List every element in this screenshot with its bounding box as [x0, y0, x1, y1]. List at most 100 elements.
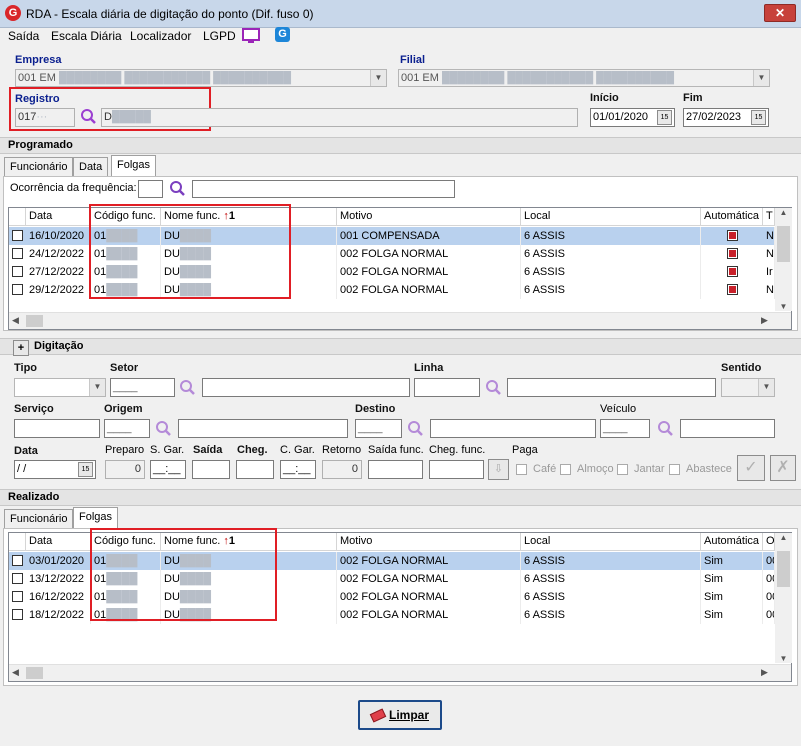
col-motivo[interactable]: Motivo — [337, 533, 521, 551]
automatica-checkbox[interactable] — [727, 284, 738, 295]
destino-desc-field[interactable] — [430, 419, 596, 438]
registro-code-field[interactable]: 017··· — [15, 108, 75, 127]
chevron-down-icon[interactable]: ▼ — [758, 379, 774, 396]
veiculo-code-field[interactable]: ____ — [600, 419, 650, 438]
grid-header-select — [9, 208, 26, 226]
chevron-down-icon[interactable]: ▼ — [753, 70, 769, 86]
search-icon[interactable] — [657, 420, 674, 437]
automatica-checkbox[interactable] — [727, 230, 738, 241]
saida-field[interactable] — [192, 460, 230, 479]
row-checkbox[interactable] — [12, 248, 23, 259]
row-checkbox[interactable] — [12, 284, 23, 295]
sentido-select[interactable]: ▼ — [721, 378, 775, 397]
eraser-icon — [369, 708, 387, 723]
col-automatica[interactable]: Automática — [701, 208, 763, 226]
tab-folgas[interactable]: Folgas — [111, 155, 157, 176]
confirm-icon[interactable]: ✓ — [737, 455, 765, 481]
row-checkbox[interactable] — [12, 266, 23, 277]
calendar-icon[interactable]: 15 — [78, 462, 93, 477]
tab-folgas[interactable]: Folgas — [73, 507, 119, 528]
col-motivo[interactable]: Motivo — [337, 208, 521, 226]
row-checkbox[interactable] — [12, 555, 23, 566]
horizontal-scrollbar[interactable]: ◀ ▶ — [9, 312, 791, 329]
origem-desc-field[interactable] — [178, 419, 348, 438]
menu-localizador[interactable]: Localizador — [130, 29, 191, 43]
setor-code-field[interactable]: ____ — [110, 378, 175, 397]
row-checkbox[interactable] — [12, 230, 23, 241]
linha-code-field[interactable] — [414, 378, 480, 397]
menu-escala-diaria[interactable]: Escala Diária — [51, 29, 122, 43]
tab-data[interactable]: Data — [73, 157, 109, 176]
cgar-field[interactable]: __:__ — [280, 460, 316, 479]
empresa-select[interactable]: 001 EM ████████ ███████████ ██████████ ▼ — [15, 69, 387, 87]
preparo-field[interactable]: 0 — [105, 460, 145, 479]
col-data[interactable]: Data — [26, 208, 91, 226]
g-app-icon[interactable]: G — [275, 27, 290, 42]
cheg-func-field[interactable] — [429, 460, 484, 479]
digitacao-section-title: Digitação — [0, 338, 801, 355]
tab-funcionario[interactable]: Funcionário — [4, 509, 74, 528]
cancel-icon[interactable]: ✗ — [770, 455, 796, 481]
cheg-field[interactable] — [236, 460, 274, 479]
abastece-checkbox[interactable] — [669, 464, 680, 475]
automatica-checkbox[interactable] — [727, 266, 738, 277]
filial-label: Filial — [400, 54, 426, 66]
col-data[interactable]: Data — [26, 533, 91, 551]
tab-funcionario[interactable]: Funcionário — [4, 157, 74, 176]
automatica-checkbox[interactable] — [727, 248, 738, 259]
row-checkbox[interactable] — [12, 609, 23, 620]
row-checkbox[interactable] — [12, 591, 23, 602]
chevron-down-icon[interactable]: ▼ — [89, 379, 105, 396]
horizontal-scrollbar[interactable]: ◀ ▶ — [9, 664, 791, 681]
filial-select[interactable]: 001 EM ████████ ███████████ ██████████ ▼ — [398, 69, 770, 87]
ocorrencia-code-field[interactable] — [138, 180, 163, 198]
servico-field[interactable] — [14, 419, 100, 438]
vertical-scrollbar[interactable]: ▲ ▼ — [775, 208, 792, 311]
cell-data: 24/12/2022 — [26, 245, 91, 263]
sgar-field[interactable]: __:__ — [150, 460, 186, 479]
origem-code-field[interactable]: ____ — [104, 419, 150, 438]
search-icon[interactable] — [80, 108, 97, 125]
retorno-field[interactable]: 0 — [322, 460, 362, 479]
search-icon[interactable] — [155, 420, 172, 437]
col-local[interactable]: Local — [521, 208, 701, 226]
arrow-down-icon[interactable]: ⇩ — [488, 459, 509, 480]
tipo-select[interactable]: ▼ — [14, 378, 106, 397]
saida-func-field[interactable] — [368, 460, 423, 479]
cell-o: 00 — [763, 552, 775, 570]
search-icon[interactable] — [407, 420, 424, 437]
setor-label: Setor — [110, 362, 139, 374]
search-icon[interactable] — [169, 180, 186, 197]
linha-label: Linha — [414, 362, 444, 374]
monitor-icon[interactable] — [242, 28, 260, 44]
close-button[interactable]: ✕ — [764, 4, 796, 22]
calendar-icon[interactable]: 15 — [751, 110, 766, 125]
ocorrencia-desc-field[interactable] — [192, 180, 455, 198]
cell-local: 6 ASSIS — [521, 245, 701, 263]
cell-data: 16/12/2022 — [26, 588, 91, 606]
calendar-icon[interactable]: 15 — [657, 110, 672, 125]
col-local[interactable]: Local — [521, 533, 701, 551]
search-icon[interactable] — [485, 379, 502, 396]
col-o[interactable]: O — [763, 533, 775, 551]
setor-desc-field[interactable] — [202, 378, 410, 397]
col-automatica[interactable]: Automática — [701, 533, 763, 551]
jantar-checkbox[interactable] — [617, 464, 628, 475]
search-icon[interactable] — [179, 379, 196, 396]
veiculo-desc-field[interactable] — [680, 419, 775, 438]
col-t[interactable]: T — [763, 208, 775, 226]
realizado-section-title: Realizado — [0, 489, 801, 506]
row-checkbox[interactable] — [12, 573, 23, 584]
menu-lgpd[interactable]: LGPD — [203, 29, 236, 43]
menu-saida[interactable]: Saída — [8, 29, 39, 43]
vertical-scrollbar[interactable]: ▲ ▼ — [775, 533, 792, 663]
linha-desc-field[interactable] — [507, 378, 716, 397]
cafe-label: Café — [533, 463, 557, 475]
chevron-down-icon[interactable]: ▼ — [370, 70, 386, 86]
cafe-checkbox[interactable] — [516, 464, 527, 475]
limpar-button[interactable]: Limpar — [358, 700, 442, 730]
destino-code-field[interactable]: ____ — [355, 419, 402, 438]
abastece-label: Abastece — [686, 463, 732, 475]
almoco-checkbox[interactable] — [560, 464, 571, 475]
expand-icon[interactable]: + — [13, 340, 29, 356]
